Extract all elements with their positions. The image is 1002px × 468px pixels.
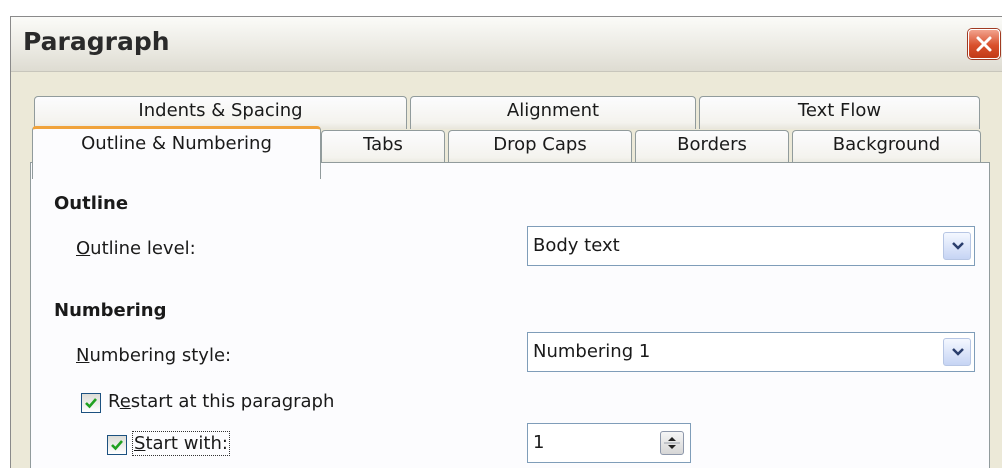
numbering-style-value: Numbering 1 [533,341,651,362]
dialog-title: Paragraph [23,27,170,56]
tab-borders[interactable]: Borders [635,130,789,164]
outline-level-value: Body text [533,235,620,256]
tab-indents-spacing[interactable]: Indents & Spacing [34,96,407,129]
tab-tabs[interactable]: Tabs [321,130,445,164]
close-icon [976,36,992,52]
tab-panel: Outline Outline level: Body text Numberi… [30,162,990,468]
tab-background[interactable]: Background [792,130,981,164]
outline-level-select[interactable]: Body text [527,226,975,266]
chevron-down-icon [952,242,964,250]
numbering-style-select[interactable]: Numbering 1 [527,332,975,372]
start-with-spinbox[interactable]: 1 [527,423,691,463]
tab-drop-caps[interactable]: Drop Caps [448,130,632,164]
start-with-label[interactable]: Start with: [132,431,230,456]
paragraph-dialog: Paragraph Indents & Spacing Alignment Te… [10,16,1002,468]
start-with-value: 1 [533,432,545,453]
outline-level-label: Outline level: [76,238,196,259]
restart-checkbox[interactable] [81,393,101,413]
numbering-style-dropdown-button[interactable] [943,338,971,366]
tab-outline-numbering[interactable]: Outline & Numbering [32,126,321,179]
start-with-checkbox[interactable] [107,435,127,455]
numbering-heading: Numbering [54,300,167,321]
tab-text-flow[interactable]: Text Flow [699,96,980,129]
outline-heading: Outline [54,193,129,214]
outline-level-dropdown-button[interactable] [943,232,971,260]
start-with-spin-buttons[interactable] [660,431,684,455]
spin-arrows-icon [664,437,680,449]
tab-alignment[interactable]: Alignment [410,96,696,129]
close-button[interactable] [968,29,1000,59]
title-bar[interactable]: Paragraph [11,17,1002,72]
chevron-down-icon [952,348,964,356]
check-icon [111,440,123,451]
restart-label[interactable]: Restart at this paragraph [108,391,334,412]
check-icon [85,398,97,409]
numbering-style-label: Numbering style: [76,345,232,366]
